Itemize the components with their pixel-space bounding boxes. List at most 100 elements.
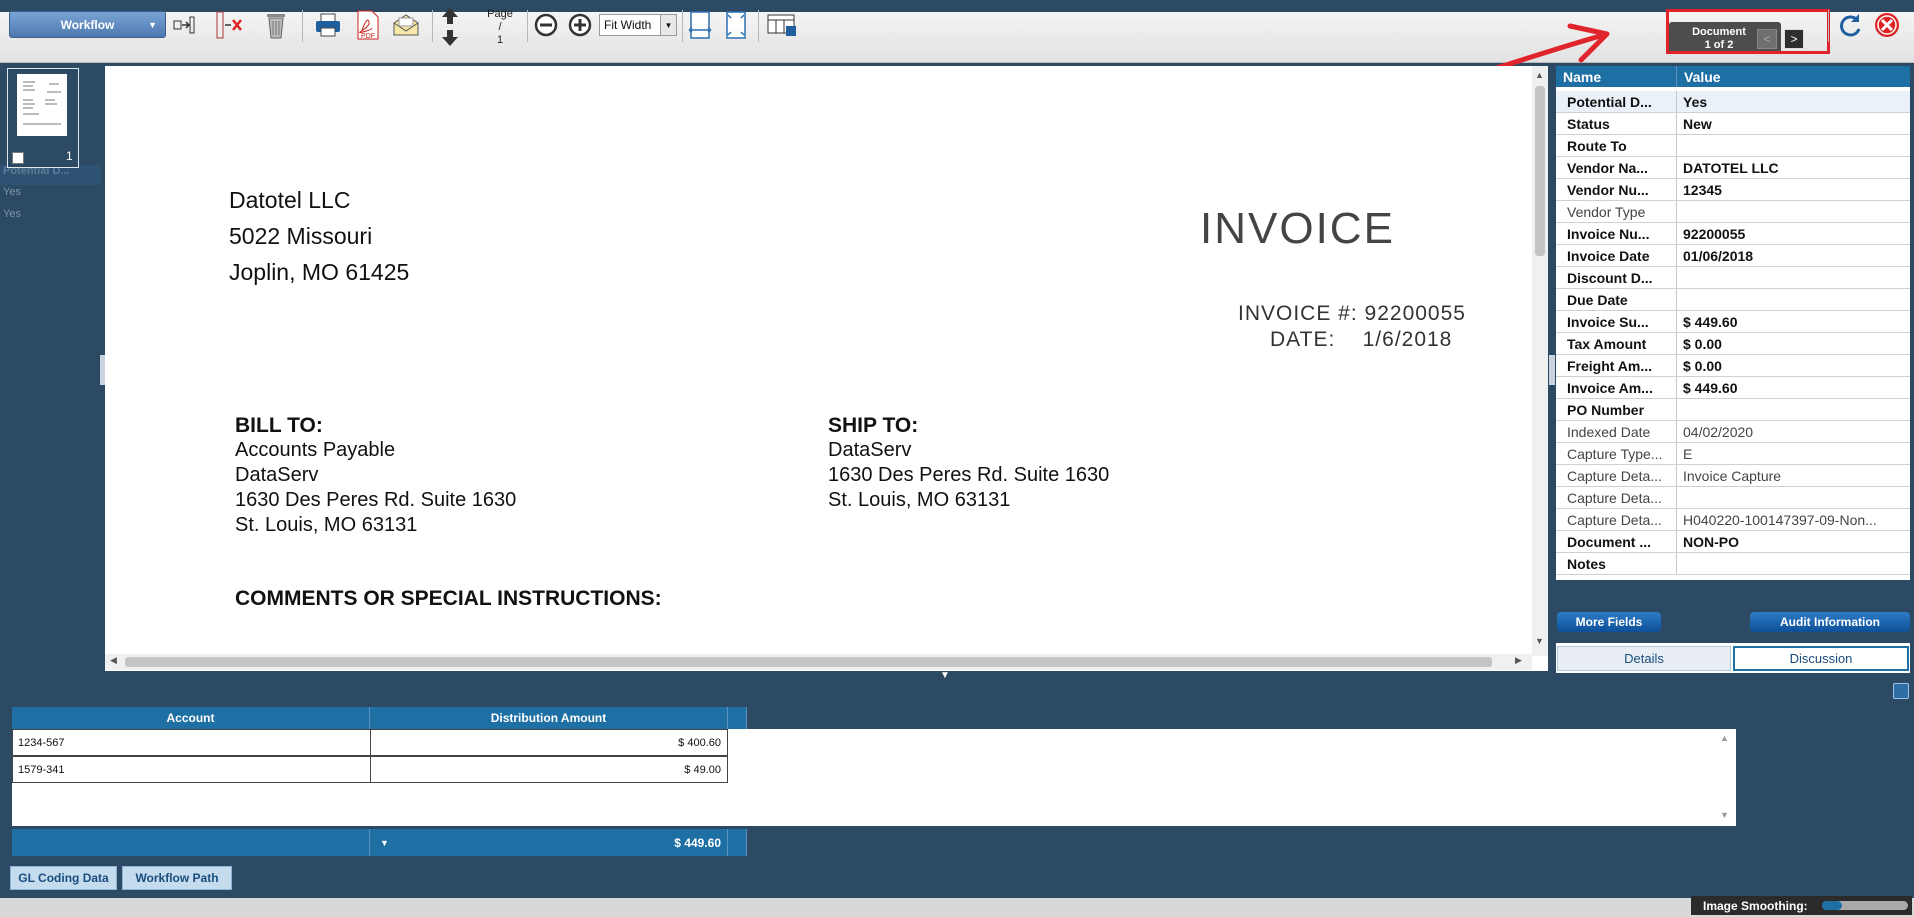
pdf-icon[interactable]: PDF bbox=[354, 10, 382, 40]
close-icon[interactable] bbox=[1873, 10, 1901, 40]
property-row[interactable]: Invoice Am... $ 449.60 bbox=[1556, 377, 1910, 399]
property-row[interactable]: Capture Deta... bbox=[1556, 487, 1910, 509]
vendor-line: 5022 Missouri bbox=[229, 223, 373, 249]
print-icon[interactable] bbox=[314, 10, 342, 40]
page-current: 1 bbox=[496, 34, 504, 46]
column-header-account[interactable]: Account bbox=[12, 707, 370, 729]
fit-page-icon[interactable] bbox=[722, 10, 750, 40]
property-name: PO Number bbox=[1556, 399, 1677, 420]
vertical-scroll-thumb[interactable] bbox=[1535, 86, 1545, 256]
document-viewer[interactable] bbox=[105, 66, 1548, 671]
property-value: Invoice Capture bbox=[1683, 467, 1782, 484]
property-value: 92200055 bbox=[1683, 225, 1746, 242]
page-label: Page bbox=[487, 8, 513, 20]
property-row[interactable]: Status New bbox=[1556, 113, 1910, 135]
property-row[interactable]: Document ... NON-PO bbox=[1556, 531, 1910, 553]
property-name: Invoice Su... bbox=[1556, 311, 1677, 332]
scroll-up-icon[interactable]: ▲ bbox=[1720, 733, 1729, 743]
property-value: New bbox=[1683, 115, 1712, 132]
right-collapse-handle[interactable] bbox=[1549, 355, 1555, 385]
property-row[interactable]: Potential D... Yes bbox=[1556, 91, 1910, 113]
workflow-dropdown-button[interactable]: Workflow ▼ bbox=[9, 11, 166, 38]
property-name: Status bbox=[1556, 113, 1677, 134]
property-row[interactable]: Vendor Nu... 12345 bbox=[1556, 179, 1910, 201]
scroll-down-icon[interactable]: ▼ bbox=[1535, 636, 1544, 646]
trash-icon[interactable] bbox=[262, 10, 290, 40]
more-fields-button[interactable]: More Fields bbox=[1557, 612, 1661, 632]
zoom-mode-select[interactable]: Fit Width ▼ bbox=[599, 14, 677, 36]
scroll-down-icon[interactable]: ▼ bbox=[1720, 810, 1729, 820]
property-name: Invoice Nu... bbox=[1556, 223, 1677, 244]
batch-view-icon[interactable] bbox=[766, 10, 798, 40]
left-list-row[interactable]: Yes bbox=[0, 186, 101, 206]
remove-document-icon[interactable] bbox=[215, 10, 243, 40]
zoom-out-icon[interactable] bbox=[532, 10, 560, 40]
horizontal-scroll-thumb[interactable] bbox=[125, 657, 1492, 667]
zoom-in-icon[interactable] bbox=[566, 10, 594, 40]
property-value bbox=[1677, 267, 1910, 288]
gl-cell-amount[interactable]: $ 49.00 bbox=[370, 756, 728, 783]
property-row[interactable]: Notes bbox=[1556, 553, 1910, 575]
gl-cell-amount[interactable]: $ 400.60 bbox=[370, 729, 728, 756]
tab-discussion[interactable]: Discussion bbox=[1733, 646, 1909, 671]
property-value: NON-PO bbox=[1683, 533, 1739, 550]
maximize-icon[interactable] bbox=[1893, 683, 1909, 699]
property-row[interactable]: Discount D... bbox=[1556, 267, 1910, 289]
property-value bbox=[1677, 399, 1910, 420]
tab-workflow-path[interactable]: Workflow Path bbox=[122, 866, 232, 890]
toolbar-separator bbox=[1828, 10, 1829, 42]
gl-footer-spacer bbox=[728, 829, 747, 856]
property-row[interactable]: Capture Type... E bbox=[1556, 443, 1910, 465]
sort-down-icon[interactable]: ▼ bbox=[380, 838, 389, 848]
zoom-mode-value: Fit Width bbox=[604, 18, 652, 32]
property-row[interactable]: Freight Am... $ 0.00 bbox=[1556, 355, 1910, 377]
property-row[interactable]: Capture Deta... Invoice Capture bbox=[1556, 465, 1910, 487]
property-row[interactable]: Invoice Date 01/06/2018 bbox=[1556, 245, 1910, 267]
invoice-date-line: DATE: 1/6/2018 bbox=[1270, 328, 1453, 351]
left-list-header: Potential D... bbox=[0, 165, 101, 185]
property-row[interactable]: Tax Amount $ 0.00 bbox=[1556, 333, 1910, 355]
property-row[interactable]: Invoice Su... $ 449.60 bbox=[1556, 311, 1910, 333]
page-navigation-arrows-icon[interactable] bbox=[436, 6, 464, 48]
property-value: 12345 bbox=[1683, 181, 1722, 198]
email-icon[interactable] bbox=[392, 10, 420, 40]
tab-gl-coding-data[interactable]: GL Coding Data bbox=[10, 866, 117, 890]
left-list-row[interactable]: Yes bbox=[0, 208, 101, 228]
property-row[interactable]: Route To bbox=[1556, 135, 1910, 157]
property-row[interactable]: Indexed Date 04/02/2020 bbox=[1556, 421, 1910, 443]
toolbar-separator bbox=[758, 10, 759, 42]
gl-cell-account[interactable]: 1579-341 bbox=[12, 756, 371, 783]
page-separator: / bbox=[498, 21, 502, 33]
property-row[interactable]: PO Number bbox=[1556, 399, 1910, 421]
thumbnail-checkbox[interactable] bbox=[12, 152, 24, 164]
annotation-highlight-box bbox=[1666, 9, 1830, 54]
vendor-address: Datotel LLC 5022 Missouri Joplin, MO 614… bbox=[229, 182, 409, 290]
property-row[interactable]: Vendor Type bbox=[1556, 201, 1910, 223]
image-smoothing-slider-handle[interactable] bbox=[1822, 901, 1842, 910]
gl-footer-total: ▼ $ 449.60 bbox=[370, 829, 728, 856]
gl-cell-account[interactable]: 1234-567 bbox=[12, 729, 371, 756]
property-name: Capture Type... bbox=[1556, 443, 1677, 464]
property-row[interactable]: Capture Deta... H040220-100147397-09-Non.… bbox=[1556, 509, 1910, 531]
invoice-title: INVOICE bbox=[1200, 204, 1395, 253]
scroll-right-icon[interactable]: ▶ bbox=[1515, 655, 1522, 666]
scroll-up-icon[interactable]: ▲ bbox=[1535, 70, 1544, 80]
splitter-chevron-icon[interactable]: ▼ bbox=[940, 670, 950, 681]
bill-to-line: 1630 Des Peres Rd. Suite 1630 bbox=[235, 489, 517, 511]
ship-to-heading: SHIP TO: bbox=[828, 414, 919, 437]
column-header-distribution-amount[interactable]: Distribution Amount bbox=[370, 707, 728, 729]
property-row[interactable]: Vendor Na... DATOTEL LLC bbox=[1556, 157, 1910, 179]
property-name: Invoice Date bbox=[1556, 245, 1677, 266]
properties-header-name: Name bbox=[1556, 66, 1677, 87]
route-document-icon[interactable] bbox=[170, 10, 198, 40]
page-indicator: Page / 1 bbox=[480, 8, 520, 46]
property-row[interactable]: Due Date bbox=[1556, 289, 1910, 311]
property-name: Vendor Nu... bbox=[1556, 179, 1677, 200]
property-row[interactable]: Invoice Nu... 92200055 bbox=[1556, 223, 1910, 245]
scroll-left-icon[interactable]: ◀ bbox=[110, 655, 117, 666]
refresh-icon[interactable] bbox=[1836, 10, 1864, 40]
audit-information-button[interactable]: Audit Information bbox=[1750, 612, 1910, 632]
property-name: Capture Deta... bbox=[1556, 509, 1677, 530]
fit-width-icon[interactable] bbox=[686, 10, 714, 40]
tab-details[interactable]: Details bbox=[1557, 646, 1731, 671]
